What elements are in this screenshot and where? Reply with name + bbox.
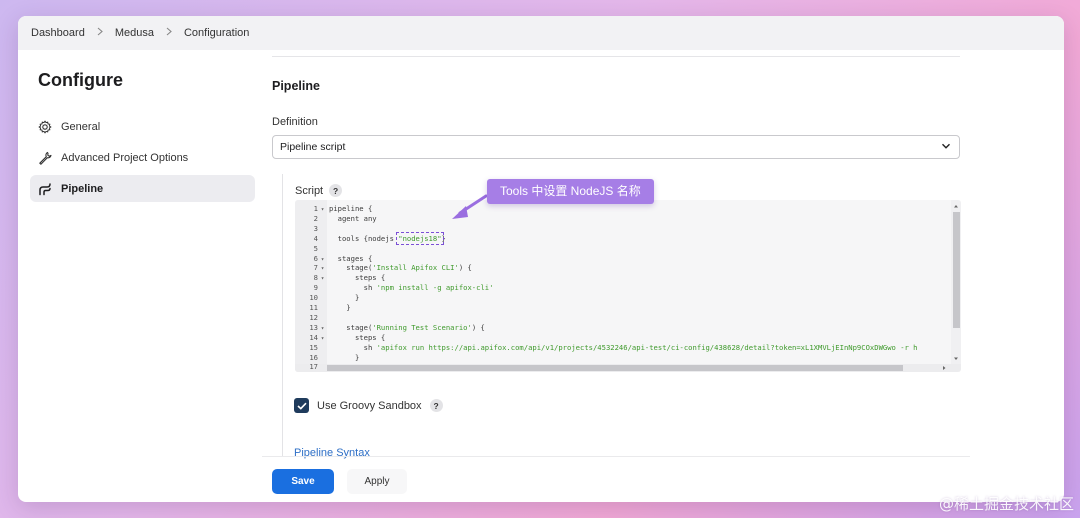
code-string: 'Install Apifox CLI' (372, 263, 459, 273)
wrench-icon (38, 151, 52, 165)
chevron-right-icon (166, 27, 172, 39)
code-text: stages { (329, 253, 373, 263)
groovy-sandbox-row: Use Groovy Sandbox ? (294, 398, 443, 413)
line-number: 15 (309, 342, 318, 352)
code-text: tools {nodejs (329, 233, 399, 243)
code-string: 'Running Test Scenario' (372, 322, 472, 332)
line-number: 17 (309, 362, 318, 372)
line-number: 7 (313, 263, 318, 273)
code-text: ) { (471, 322, 485, 332)
sidebar-item-label: Pipeline (61, 182, 104, 195)
code-line[interactable]: 14 ▾ steps { (295, 333, 955, 343)
code-line[interactable]: 9 sh 'npm install -g apifox-cli' (295, 283, 955, 293)
code-text: } (441, 233, 446, 243)
code-line[interactable]: 5 (295, 244, 955, 254)
script-help-icon[interactable]: ? (329, 184, 343, 197)
code-line[interactable]: 3 (295, 224, 955, 234)
script-editor[interactable]: 1 ▾ pipeline {2 agent any 3 4 tools {nodejs … (295, 200, 961, 372)
gear-icon (38, 119, 52, 134)
breadcrumb: Dashboard Medusa Configuration (18, 16, 1064, 50)
line-number: 16 (309, 352, 318, 362)
sidebar-item-pipeline[interactable]: Pipeline (30, 175, 255, 202)
code-line[interactable]: 6 ▾ stages { (295, 254, 955, 264)
sidebar-item-label: General (61, 120, 101, 133)
code-text: } (329, 293, 360, 303)
code-text: agent any (329, 213, 377, 223)
line-number: 11 (309, 303, 318, 312)
code-line[interactable]: 10 } (295, 293, 955, 303)
line-number: 4 (313, 233, 318, 243)
jenkins-window: Dashboard Medusa Configuration Configure… (18, 16, 1064, 502)
bottom-action-bar: Save Apply (262, 456, 970, 502)
line-number: 13 (309, 322, 318, 332)
code-text: steps { (329, 332, 386, 342)
line-number: 9 (313, 283, 318, 293)
code-line[interactable]: 7 ▾ stage('Install Apifox CLI') { (295, 263, 955, 273)
chevron-right-icon (97, 27, 103, 39)
code-line[interactable]: 15 sh 'apifox run https://api.apifox.com… (295, 343, 955, 353)
definition-selected-value: Pipeline script (280, 141, 346, 153)
main-content: Pipeline Definition Pipeline script Scri… (272, 56, 972, 459)
breadcrumb-medusa[interactable]: Medusa (115, 27, 154, 39)
code-text: sh (329, 342, 377, 352)
line-number: 6 (313, 253, 318, 263)
script-panel: Script ? 1 ▾ pipeline {2 agent any 3 4 tools… (282, 174, 973, 457)
code-line[interactable]: 16 } (295, 353, 955, 363)
definition-select[interactable]: Pipeline script (272, 135, 960, 159)
code-line[interactable]: 13 ▾ stage('Running Test Scenario') { (295, 323, 955, 333)
code-line[interactable]: 8 ▾ steps { (295, 273, 955, 283)
line-number: 14 (309, 332, 318, 342)
save-button[interactable]: Save (272, 469, 334, 494)
line-number: 10 (309, 293, 318, 303)
code-line[interactable]: 11 } (295, 303, 955, 313)
callout-arrow-icon (452, 194, 488, 219)
code-line[interactable]: 1 ▾ pipeline { (295, 204, 955, 214)
sidebar-item-general[interactable]: General (30, 113, 255, 140)
breadcrumb-dashboard[interactable]: Dashboard (31, 27, 85, 39)
groovy-sandbox-checkbox[interactable] (294, 398, 309, 413)
line-number: 5 (313, 243, 318, 253)
code-line[interactable]: 2 agent any (295, 214, 955, 224)
code-text: sh (329, 283, 377, 293)
chevron-down-icon (941, 141, 951, 154)
pipeline-icon (38, 182, 52, 196)
line-number: 8 (313, 273, 318, 283)
script-label: Script ? (295, 184, 343, 197)
line-number: 1 (313, 204, 318, 213)
page-title: Configure (38, 70, 123, 90)
divider (272, 56, 960, 57)
groovy-help-icon[interactable]: ? (429, 399, 443, 412)
sidebar-item-advanced-project-options[interactable]: Advanced Project Options (30, 144, 255, 171)
code-text: ) { (458, 263, 472, 273)
line-number: 12 (309, 312, 318, 322)
code-text: stage( (329, 263, 373, 273)
code-string: 'apifox run https://api.apifox.com/api/v… (376, 342, 918, 352)
line-number: 3 (313, 223, 318, 233)
code-line[interactable]: 4 tools {nodejs "nodejs18"} (295, 231, 955, 245)
code-text: } (329, 352, 360, 362)
code-text: stage( (329, 322, 373, 332)
sidebar-item-label: Advanced Project Options (61, 151, 189, 164)
code-text: pipeline { (329, 204, 373, 213)
line-number: 2 (313, 213, 318, 223)
annotation-callout: Tools 中设置 NodeJS 名称 (487, 179, 654, 204)
code-text: steps { (329, 273, 386, 283)
script-label-text: Script (295, 184, 324, 197)
code-string: 'npm install -g apifox-cli' (376, 283, 494, 293)
groovy-sandbox-label: Use Groovy Sandbox (317, 399, 422, 412)
code-text: } (329, 303, 351, 312)
breadcrumb-configuration[interactable]: Configuration (184, 27, 249, 39)
watermark: @稀土掘金技术社区 (938, 495, 1074, 513)
apply-button[interactable]: Apply (347, 469, 407, 494)
code-string: "nodejs18" (396, 231, 444, 245)
definition-label: Definition (272, 116, 318, 128)
code-line[interactable]: 12 (295, 313, 955, 323)
section-title: Pipeline (272, 79, 320, 93)
sidebar: Configure General Advanced Project Optio… (30, 66, 255, 206)
code-line[interactable]: 17 (295, 362, 955, 372)
